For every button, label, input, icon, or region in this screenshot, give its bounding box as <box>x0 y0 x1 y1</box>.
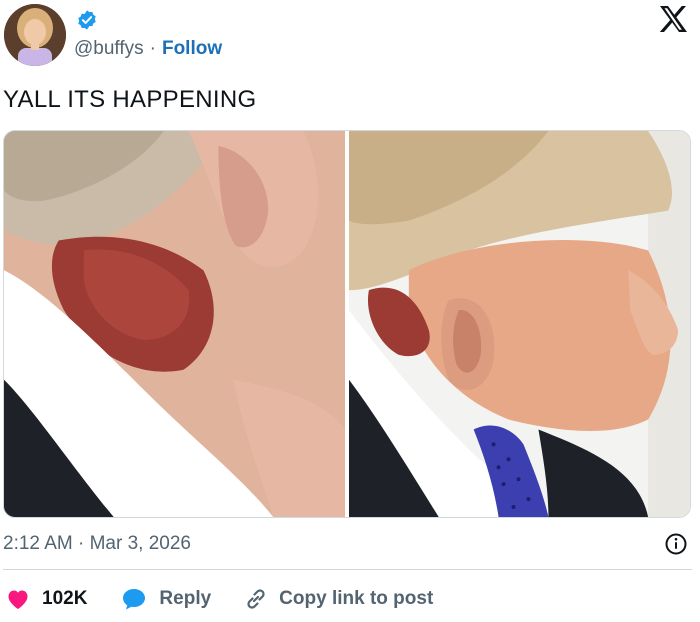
action-divider <box>3 569 692 570</box>
copy-link-button[interactable]: Copy link to post <box>243 586 433 612</box>
copy-link-label: Copy link to post <box>279 588 434 609</box>
avatar[interactable] <box>4 4 66 66</box>
avatar-image <box>4 4 66 66</box>
reply-button[interactable]: Reply <box>121 587 211 611</box>
author-row: @buffys · Follow <box>74 38 222 60</box>
verified-badge-icon <box>78 10 96 30</box>
media-image-left[interactable] <box>4 131 345 517</box>
media-image-right[interactable] <box>348 131 690 517</box>
info-icon[interactable] <box>664 532 688 556</box>
follow-button[interactable]: Follow <box>162 38 222 60</box>
neck-closeup-photo <box>4 131 345 517</box>
reply-bubble-icon <box>123 589 146 610</box>
profile-photo <box>348 131 690 517</box>
link-icon <box>247 589 265 609</box>
tweet-media[interactable] <box>3 130 691 518</box>
tweet-timestamp[interactable]: 2:12 AM · Mar 3, 2026 <box>3 533 191 555</box>
tweet-actions: 102K Reply Copy link to post <box>0 582 433 616</box>
tweet-text: YALL ITS HAPPENING <box>3 86 257 113</box>
x-logo-icon[interactable] <box>658 4 688 34</box>
separator-dot: · <box>149 38 156 59</box>
like-count: 102K <box>42 588 88 609</box>
like-button[interactable]: 102K <box>6 588 87 610</box>
author-handle[interactable]: @buffys <box>74 38 144 60</box>
heart-icon <box>8 590 28 609</box>
reply-label: Reply <box>159 588 212 609</box>
